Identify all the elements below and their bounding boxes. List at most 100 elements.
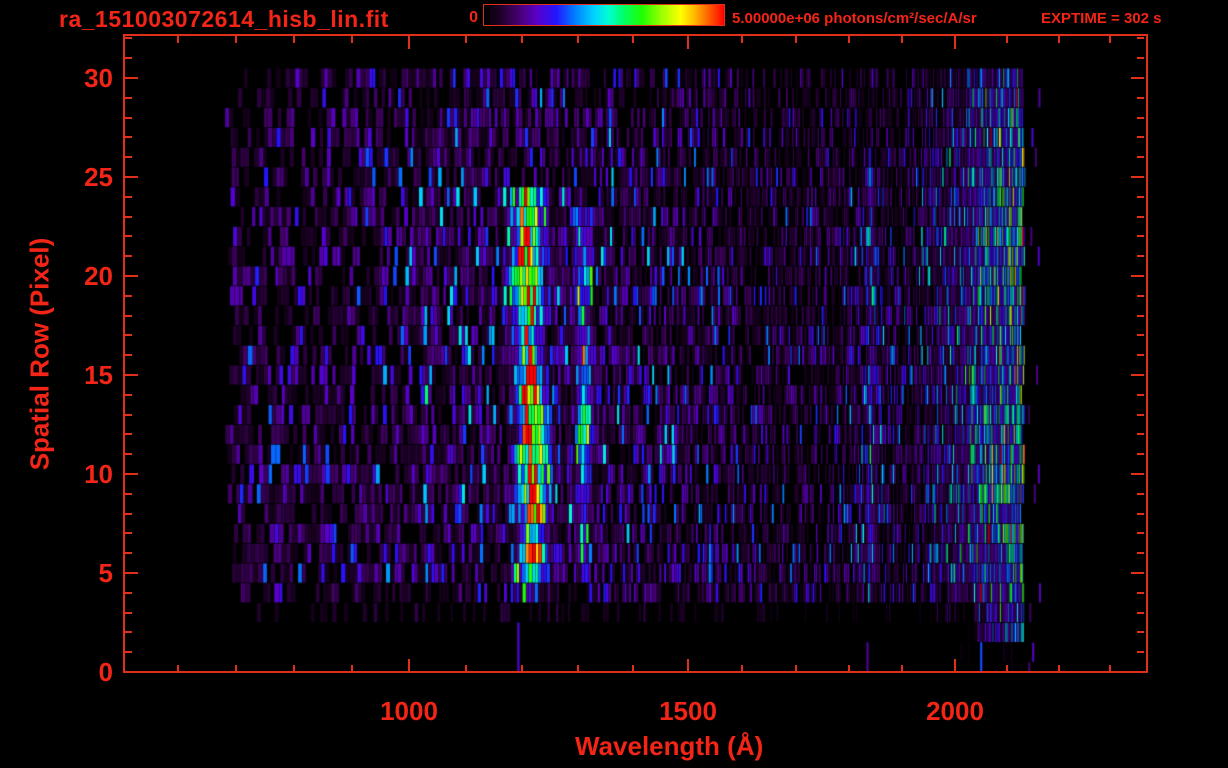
x-minor-tick — [1058, 665, 1060, 672]
spectrogram-window: ra_151003072614_hisb_lin.fit 0 5.00000e+… — [0, 0, 1228, 768]
y-minor-tick — [1137, 216, 1144, 218]
y-minor-tick — [125, 216, 132, 218]
y-minor-tick — [1137, 552, 1144, 554]
y-major-tick — [1131, 473, 1144, 475]
x-minor-tick — [901, 665, 903, 672]
x-minor-tick — [1006, 36, 1008, 43]
y-tick-label: 10 — [84, 459, 113, 489]
y-minor-tick — [125, 235, 132, 237]
y-minor-tick — [125, 453, 132, 455]
x-minor-tick — [901, 36, 903, 43]
x-minor-tick — [577, 36, 579, 43]
y-minor-tick — [1137, 255, 1144, 257]
x-minor-tick — [632, 36, 634, 43]
x-major-tick — [408, 36, 410, 49]
y-major-tick — [125, 275, 138, 277]
y-major-tick — [1131, 77, 1144, 79]
y-minor-tick — [1137, 196, 1144, 198]
y-major-tick — [125, 473, 138, 475]
y-minor-tick — [125, 493, 132, 495]
y-minor-tick — [125, 334, 132, 336]
x-minor-tick — [577, 665, 579, 672]
y-major-tick — [125, 176, 138, 178]
x-minor-tick — [1058, 36, 1060, 43]
exptime-label: EXPTIME = 302 s — [1041, 10, 1162, 27]
y-minor-tick — [1137, 57, 1144, 59]
y-minor-tick — [1137, 295, 1144, 297]
x-minor-tick — [848, 36, 850, 43]
x-axis-title: Wavelength (Å) — [575, 731, 764, 761]
x-minor-tick — [1006, 665, 1008, 672]
x-minor-tick — [1109, 665, 1111, 672]
y-major-tick — [1131, 176, 1144, 178]
x-minor-tick — [795, 665, 797, 672]
x-major-tick — [687, 36, 689, 49]
x-minor-tick — [848, 665, 850, 672]
y-minor-tick — [125, 651, 132, 653]
x-minor-tick — [741, 36, 743, 43]
y-minor-tick — [1137, 97, 1144, 99]
y-major-tick — [125, 572, 138, 574]
x-minor-tick — [465, 36, 467, 43]
y-minor-tick — [1137, 414, 1144, 416]
x-minor-tick — [235, 36, 237, 43]
x-minor-tick — [177, 36, 179, 43]
y-minor-tick — [125, 433, 132, 435]
x-minor-tick — [293, 665, 295, 672]
y-tick-label: 0 — [98, 657, 113, 687]
y-tick-label: 20 — [84, 261, 113, 291]
colorbar-min-label: 0 — [469, 9, 478, 26]
y-minor-tick — [1137, 631, 1144, 633]
x-minor-tick — [177, 665, 179, 672]
x-major-tick — [408, 659, 410, 672]
y-minor-tick — [125, 57, 132, 59]
y-tick-label: 15 — [84, 360, 113, 390]
x-major-tick — [954, 659, 956, 672]
y-minor-tick — [1137, 513, 1144, 515]
x-minor-tick — [351, 36, 353, 43]
x-minor-tick — [795, 36, 797, 43]
x-minor-tick — [293, 36, 295, 43]
y-minor-tick — [125, 354, 132, 356]
y-major-tick — [125, 374, 138, 376]
y-minor-tick — [1137, 453, 1144, 455]
y-minor-tick — [125, 196, 132, 198]
y-minor-tick — [125, 315, 132, 317]
y-minor-tick — [125, 156, 132, 158]
y-minor-tick — [1137, 235, 1144, 237]
x-tick-label: 1500 — [659, 696, 717, 726]
y-minor-tick — [1137, 532, 1144, 534]
y-minor-tick — [125, 255, 132, 257]
x-minor-tick — [632, 665, 634, 672]
x-minor-tick — [1109, 36, 1111, 43]
y-minor-tick — [1137, 37, 1144, 39]
x-tick-label: 2000 — [926, 696, 984, 726]
x-minor-tick — [465, 665, 467, 672]
colorbar-gradient — [484, 5, 724, 25]
y-minor-tick — [1137, 592, 1144, 594]
y-minor-tick — [125, 612, 132, 614]
y-minor-tick — [125, 513, 132, 515]
x-major-tick — [687, 659, 689, 672]
y-minor-tick — [1137, 156, 1144, 158]
y-minor-tick — [125, 631, 132, 633]
x-minor-tick — [521, 665, 523, 672]
y-major-tick — [1131, 572, 1144, 574]
y-minor-tick — [125, 414, 132, 416]
y-tick-label: 25 — [84, 162, 113, 192]
page-title: ra_151003072614_hisb_lin.fit — [59, 6, 389, 32]
y-minor-tick — [1137, 493, 1144, 495]
y-minor-tick — [1137, 394, 1144, 396]
y-minor-tick — [125, 97, 132, 99]
y-minor-tick — [125, 552, 132, 554]
x-tick-label: 1000 — [380, 696, 438, 726]
y-minor-tick — [1137, 433, 1144, 435]
x-minor-tick — [235, 665, 237, 672]
y-minor-tick — [1137, 651, 1144, 653]
x-major-tick — [954, 36, 956, 49]
y-minor-tick — [1137, 315, 1144, 317]
y-tick-label: 30 — [84, 63, 113, 93]
y-major-tick — [1131, 275, 1144, 277]
y-minor-tick — [125, 592, 132, 594]
colorbar-max-label: 5.00000e+06 photons/cm²/sec/A/sr — [732, 10, 977, 27]
